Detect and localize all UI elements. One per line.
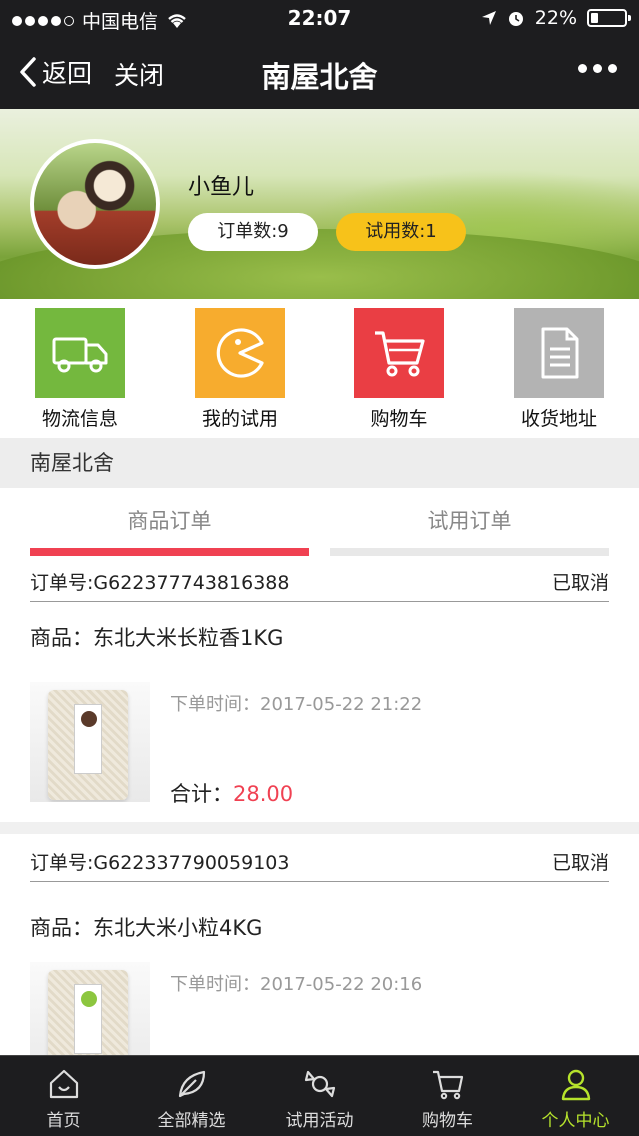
- battery-icon: [587, 9, 631, 27]
- shipping-address-button[interactable]: 收货地址: [499, 308, 619, 431]
- tab-indicator: [330, 548, 609, 556]
- profile-banner: 小鱼儿 订单数:9 试用数:1: [0, 109, 639, 299]
- bottom-tab-home[interactable]: 首页: [0, 1056, 127, 1136]
- tab-product-orders-label: 商品订单: [127, 509, 212, 533]
- tab-trial-orders[interactable]: 试用订单: [330, 488, 609, 556]
- trials-count-badge[interactable]: 试用数:1: [336, 213, 466, 251]
- shopping-cart-button[interactable]: 购物车: [339, 308, 459, 431]
- avatar[interactable]: [30, 139, 160, 269]
- tab-product-orders[interactable]: 商品订单: [30, 488, 309, 556]
- order-card[interactable]: 订单号:G622337790059103 已取消 商品：东北大米小粒4KG 下单…: [0, 834, 639, 1082]
- pacman-icon: [195, 308, 285, 398]
- alarm-icon: [508, 12, 523, 26]
- orders-count-badge[interactable]: 订单数:9: [188, 213, 318, 251]
- bottom-tab-cart[interactable]: 购物车: [384, 1056, 511, 1136]
- bottom-tab-profile[interactable]: 个人中心: [512, 1056, 639, 1136]
- candy-icon: [304, 1070, 335, 1098]
- bottom-tab-home-label: 首页: [46, 1111, 81, 1131]
- cart-icon: [432, 1070, 463, 1100]
- bottom-tab-profile-label: 个人中心: [541, 1111, 610, 1131]
- document-icon: [514, 308, 604, 398]
- quick-menu: 物流信息 我的试用 购物车 收货地址: [0, 299, 639, 438]
- order-status: 已取消: [551, 572, 609, 594]
- bottom-tab-bar: 首页 全部精选 试用活动 购物车 个人中心: [0, 1055, 639, 1136]
- bottom-tab-trials-label: 试用活动: [285, 1111, 354, 1131]
- rice-bag-image: [48, 690, 128, 800]
- battery-percent: 22%: [534, 7, 577, 29]
- leaf-icon: [178, 1070, 205, 1098]
- order-header: 订单号:G622377743816388 已取消: [30, 564, 609, 602]
- order-tabs: 商品订单 试用订单: [0, 488, 639, 564]
- truck-icon: [35, 308, 125, 398]
- my-trials-button[interactable]: 我的试用: [180, 308, 300, 431]
- logistics-info-label: 物流信息: [41, 408, 118, 430]
- my-trials-label: 我的试用: [201, 408, 278, 430]
- order-id: 订单号:G622377743816388: [30, 572, 290, 594]
- order-total-amount: 28.00: [233, 782, 294, 806]
- order-status: 已取消: [551, 852, 609, 874]
- order-time: 下单时间：2017-05-22 20:16: [170, 974, 423, 995]
- close-button[interactable]: 关闭: [114, 56, 164, 92]
- shipping-address-label: 收货地址: [520, 408, 597, 430]
- status-right: 22%: [481, 7, 631, 29]
- store-section-header: 南屋北舍: [0, 438, 639, 488]
- shopping-cart-label: 购物车: [370, 408, 428, 430]
- user-icon: [561, 1069, 590, 1101]
- bottom-tab-trials[interactable]: 试用活动: [256, 1056, 383, 1136]
- tab-indicator: [30, 548, 309, 556]
- tab-trial-orders-label: 试用订单: [427, 509, 512, 533]
- order-total: 合计：28.00: [170, 782, 294, 806]
- order-id: 订单号:G622337790059103: [30, 852, 290, 874]
- bottom-tab-featured-label: 全部精选: [157, 1111, 226, 1131]
- nav-bar: 返回 关闭 南屋北舍: [0, 36, 639, 109]
- bottom-tab-cart-label: 购物车: [422, 1111, 473, 1131]
- product-thumbnail[interactable]: [30, 682, 150, 802]
- chevron-left-icon: [20, 57, 36, 87]
- more-options-icon[interactable]: [578, 64, 617, 73]
- back-button[interactable]: 返回: [18, 54, 92, 90]
- order-time: 下单时间：2017-05-22 21:22: [170, 694, 423, 715]
- bottom-tab-featured[interactable]: 全部精选: [128, 1056, 255, 1136]
- order-product-name: 商品：东北大米小粒4KG: [30, 916, 263, 940]
- order-card[interactable]: 订单号:G622377743816388 已取消 商品：东北大米长粒香1KG 下…: [0, 564, 639, 822]
- page-title: 南屋北舍: [261, 60, 378, 94]
- order-product-name: 商品：东北大米长粒香1KG: [30, 626, 284, 650]
- back-label: 返回: [42, 59, 93, 88]
- username: 小鱼儿: [188, 175, 255, 200]
- location-arrow-icon: [481, 11, 496, 25]
- order-header: 订单号:G622337790059103 已取消: [30, 844, 609, 882]
- home-icon: [49, 1069, 78, 1099]
- logistics-info-button[interactable]: 物流信息: [20, 308, 140, 431]
- cart-icon: [354, 308, 444, 398]
- status-bar: 中国电信 22:07 22%: [0, 0, 639, 36]
